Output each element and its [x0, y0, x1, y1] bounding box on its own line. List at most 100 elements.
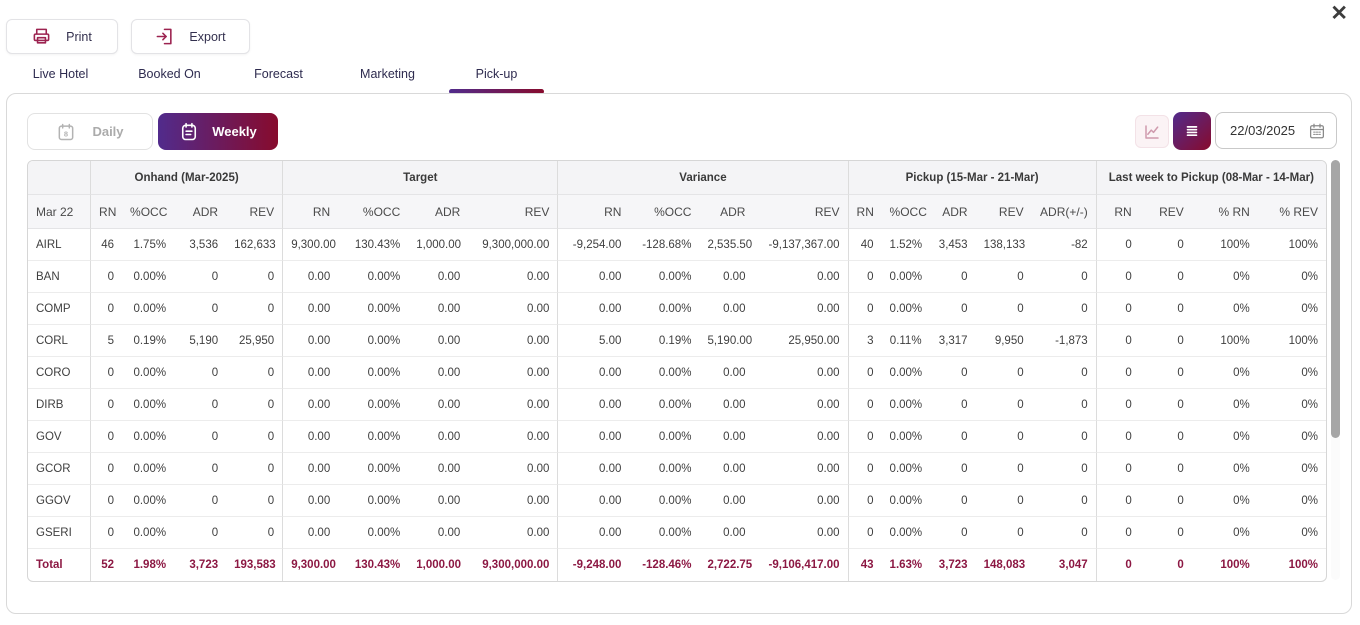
column-header: REV	[226, 195, 282, 229]
cell: 0	[174, 485, 226, 517]
cell: 3,047	[1032, 549, 1096, 581]
export-label: Export	[189, 30, 225, 44]
cell: 0.00	[408, 421, 468, 453]
cell: 0	[930, 517, 976, 549]
cell: 0	[1096, 421, 1140, 453]
tabs-bar: Live HotelBooked OnForecastMarketingPick…	[6, 64, 551, 93]
weekly-button[interactable]: Weekly	[158, 113, 278, 150]
cell: 0	[848, 357, 882, 389]
cell: 0.00	[468, 325, 557, 357]
calendar-day-icon: 8	[56, 122, 76, 142]
cell: 25,950.00	[753, 325, 847, 357]
export-button[interactable]: Export	[131, 19, 250, 54]
tab-booked-on[interactable]: Booked On	[115, 64, 224, 93]
cell: 0.00%	[122, 517, 174, 549]
cell: 0.00	[753, 453, 847, 485]
weekly-label: Weekly	[212, 124, 257, 139]
cell: 0%	[1258, 389, 1326, 421]
cell: 100%	[1258, 325, 1326, 357]
print-button[interactable]: Print	[6, 19, 118, 54]
cell: 0.00%	[882, 485, 930, 517]
cell: 0	[1140, 293, 1192, 325]
cell: 0	[1140, 517, 1192, 549]
cell: 0.00	[408, 453, 468, 485]
chart-view-button[interactable]	[1135, 115, 1169, 148]
cell: 0.00%	[338, 325, 408, 357]
cell: 0%	[1258, 485, 1326, 517]
column-header: ADR	[930, 195, 976, 229]
cell: 0	[930, 421, 976, 453]
cell: 0%	[1258, 453, 1326, 485]
cell: 130.43%	[338, 549, 408, 581]
cell: 0.00	[753, 389, 847, 421]
cell: 0	[1140, 389, 1192, 421]
cell: 3,723	[174, 549, 226, 581]
printer-icon	[32, 27, 51, 46]
cell: 0	[1096, 357, 1140, 389]
cell: 0	[1140, 229, 1192, 261]
cell: 0.00	[468, 261, 557, 293]
scrollbar-thumb[interactable]	[1331, 160, 1340, 438]
cell: 0.00	[753, 261, 847, 293]
cell: 0.00	[468, 453, 557, 485]
tab-live-hotel[interactable]: Live Hotel	[6, 64, 115, 93]
column-header: RN	[90, 195, 122, 229]
tab-forecast[interactable]: Forecast	[224, 64, 333, 93]
cell: 0	[1140, 325, 1192, 357]
table-view-button[interactable]	[1173, 112, 1211, 150]
cell: 0	[1032, 453, 1096, 485]
column-header: % RN	[1192, 195, 1258, 229]
cell: 0.00%	[122, 293, 174, 325]
cell: 0	[226, 517, 282, 549]
tab-marketing[interactable]: Marketing	[333, 64, 442, 93]
cell: 0.00	[282, 421, 338, 453]
cell: 0	[976, 453, 1032, 485]
cell: 0.00%	[882, 453, 930, 485]
cell: 0.00%	[122, 453, 174, 485]
cell: 0.00	[699, 453, 753, 485]
row-label: GGOV	[28, 485, 90, 517]
cell: 5.00	[557, 325, 629, 357]
cell: 0.00	[408, 357, 468, 389]
cell: 3,536	[174, 229, 226, 261]
cell: 0	[976, 261, 1032, 293]
cell: 0.00%	[882, 389, 930, 421]
cell: 3	[848, 325, 882, 357]
cell: 0.19%	[629, 325, 699, 357]
table-row: GOV00.00%000.000.00%0.000.000.000.00%0.0…	[28, 421, 1326, 453]
cell: 52	[90, 549, 122, 581]
column-header: RN	[282, 195, 338, 229]
cell: 0	[930, 261, 976, 293]
cell: 43	[848, 549, 882, 581]
cell: 0	[976, 517, 1032, 549]
cell: 0.00%	[882, 421, 930, 453]
close-button[interactable]: ✕	[1330, 3, 1348, 24]
column-header: %OCC	[122, 195, 174, 229]
cell: 1,000.00	[408, 549, 468, 581]
list-view-icon	[1183, 122, 1201, 140]
cell: 0.00	[699, 389, 753, 421]
cell: 0	[1032, 421, 1096, 453]
cell: 0	[174, 389, 226, 421]
cell: 100%	[1192, 229, 1258, 261]
table-corner-cell	[28, 161, 90, 195]
date-input[interactable]: 22/03/2025	[1215, 112, 1337, 149]
daily-button[interactable]: 8 Daily	[27, 113, 153, 150]
row-label: Total	[28, 549, 90, 581]
cell: 0.00	[753, 293, 847, 325]
cell: 0	[90, 357, 122, 389]
close-icon: ✕	[1330, 2, 1348, 25]
cell: 0.00	[468, 421, 557, 453]
cell: 0.00%	[629, 389, 699, 421]
svg-text:8: 8	[64, 129, 68, 138]
cell: 0.00%	[338, 453, 408, 485]
cell: 0	[1096, 389, 1140, 421]
column-header: %OCC	[338, 195, 408, 229]
table-scrollbar[interactable]	[1331, 160, 1340, 580]
table-row: AIRL461.75%3,536162,6339,300.00130.43%1,…	[28, 229, 1326, 261]
cell: 2,535.50	[699, 229, 753, 261]
cell: -82	[1032, 229, 1096, 261]
tab-pick-up[interactable]: Pick-up	[442, 64, 551, 93]
cell: 0	[1096, 261, 1140, 293]
cell: 0	[1140, 261, 1192, 293]
